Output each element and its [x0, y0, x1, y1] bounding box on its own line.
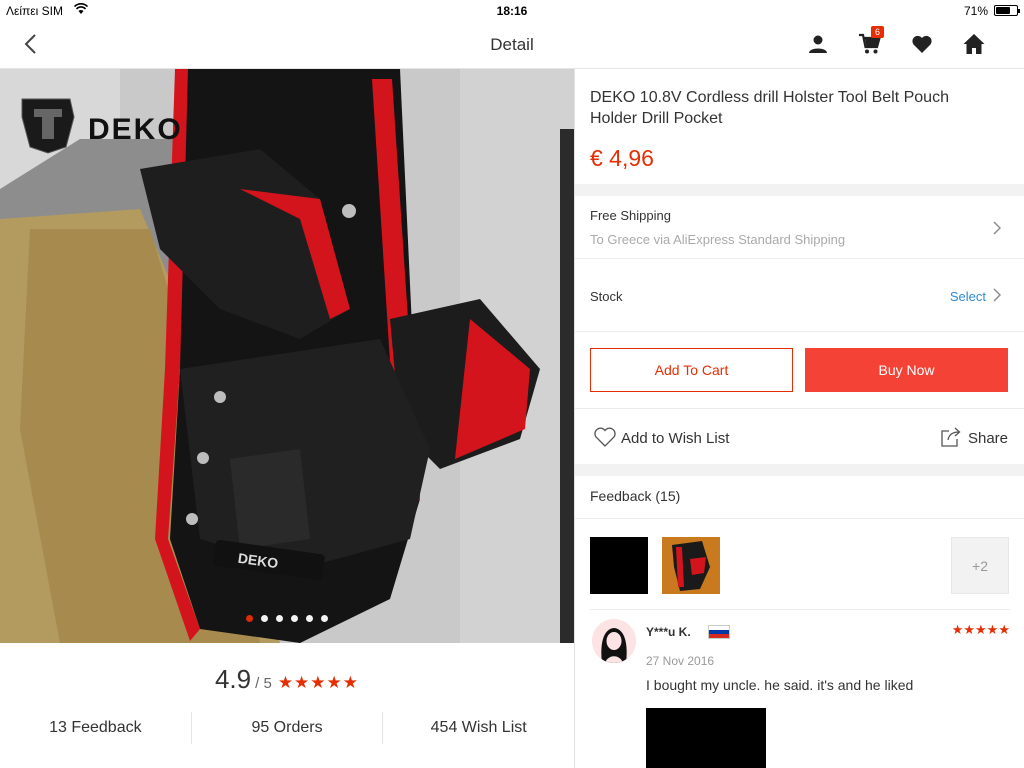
carousel-dot[interactable] [261, 615, 268, 622]
user-icon[interactable] [806, 32, 830, 56]
clock: 18:16 [496, 4, 528, 18]
stock-select[interactable]: Select [950, 289, 986, 304]
share-icon [941, 427, 961, 447]
wishlist-label: Add to Wish List [621, 430, 730, 447]
shipping-label: Free Shipping [590, 208, 671, 223]
add-to-cart-button[interactable]: Add To Cart [590, 348, 793, 392]
product-details-panel: DEKO 10.8V Cordless drill Holster Tool B… [575, 69, 1024, 768]
feedback-thumbnail[interactable] [662, 537, 720, 594]
nav-bar: Detail 6 [0, 20, 1024, 69]
review-text: I bought my uncle. he said. it's and he … [646, 677, 914, 693]
chevron-right-icon [993, 221, 1001, 235]
battery-percent: 71% [963, 4, 988, 18]
feedback-thumbnail[interactable] [590, 537, 648, 594]
carousel-dot[interactable] [246, 615, 253, 622]
share-label: Share [967, 430, 1008, 447]
feedback-header[interactable]: Feedback (15) [590, 488, 680, 504]
heart-icon[interactable] [910, 32, 934, 56]
carousel-dot[interactable] [276, 615, 283, 622]
carousel-dots[interactable] [0, 609, 574, 627]
stock-label: Stock [590, 289, 623, 304]
review-stars: ★★★★★ [951, 622, 1010, 637]
rating-stars: ★★★★★ [277, 673, 360, 692]
orders-count[interactable]: 95 Orders [192, 712, 383, 744]
home-icon[interactable] [962, 32, 986, 56]
reviewer-name: Y***u K. [646, 625, 691, 639]
russia-flag-icon [708, 625, 730, 639]
wishlist-count[interactable]: 454 Wish List [383, 712, 574, 744]
brand-logo-text: DEKO [88, 113, 183, 146]
more-photos-button[interactable]: +2 [951, 537, 1009, 594]
heart-outline-icon [594, 427, 616, 447]
carousel-dot[interactable] [321, 615, 328, 622]
product-price: € 4,96 [590, 145, 654, 171]
product-image-carousel[interactable]: DEKO DEKO [0, 69, 574, 643]
carousel-dot[interactable] [291, 615, 298, 622]
shipping-row[interactable]: Free Shipping To Greece via AliExpress S… [575, 196, 1024, 259]
feedback-count-link[interactable]: 13 Feedback [0, 712, 191, 744]
status-bar: Λείπει SIM 18:16 71% [0, 0, 1024, 20]
cart-button[interactable]: 6 [858, 26, 884, 56]
stock-row[interactable]: Stock Select [575, 259, 1024, 332]
add-to-wishlist-button[interactable]: Add to Wish List [593, 426, 729, 448]
reviewer-avatar [592, 619, 636, 663]
review-date: 27 Nov 2016 [646, 654, 715, 668]
stats-row: 13 Feedback 95 Orders 454 Wish List [0, 712, 574, 744]
rating-out-of: / 5 [255, 675, 272, 692]
rating-score: 4.9 [214, 664, 252, 694]
buy-now-button[interactable]: Buy Now [805, 348, 1008, 392]
share-button[interactable]: Share [940, 426, 1008, 448]
shipping-detail: To Greece via AliExpress Standard Shippi… [590, 232, 846, 247]
rating-summary: 4.9/ 5 ★★★★★ [0, 664, 574, 695]
cart-count-badge: 6 [871, 26, 884, 38]
battery-fill [996, 7, 1011, 14]
battery-icon [994, 5, 1020, 16]
review-photo[interactable] [646, 708, 766, 768]
product-title: DEKO 10.8V Cordless drill Holster Tool B… [590, 89, 949, 127]
chevron-right-icon [993, 288, 1001, 302]
carousel-dot[interactable] [306, 615, 313, 622]
product-photo: DEKO DEKO [0, 69, 574, 643]
